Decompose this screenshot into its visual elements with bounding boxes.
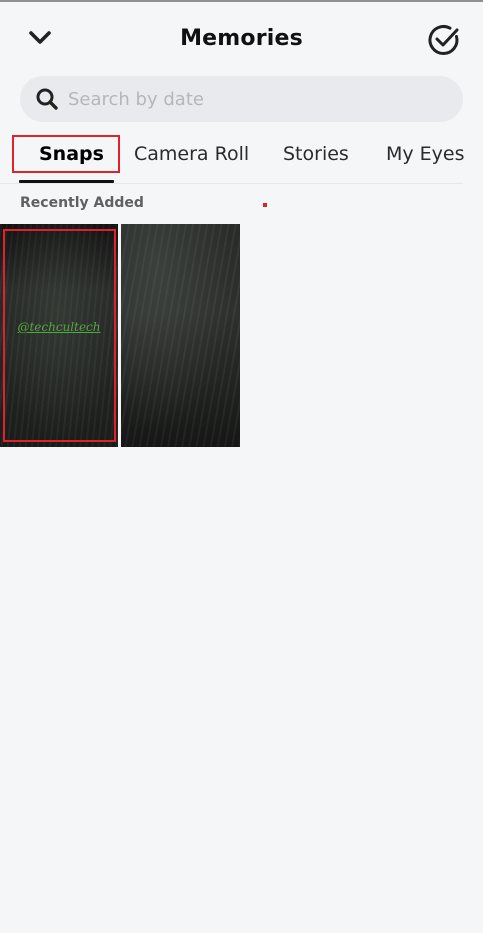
search-bar[interactable] xyxy=(20,76,463,122)
select-button[interactable] xyxy=(425,23,463,61)
tab-camera-roll[interactable]: Camera Roll xyxy=(134,134,249,174)
annotation-dot xyxy=(263,203,267,207)
tab-snaps[interactable]: Snaps xyxy=(39,134,104,174)
search-icon xyxy=(32,84,62,114)
tabs-divider xyxy=(0,183,463,184)
header: Memories xyxy=(0,2,483,72)
memory-thumbnail[interactable] xyxy=(121,224,240,447)
search-input[interactable] xyxy=(68,88,428,110)
memory-thumbnail[interactable]: @techcultech xyxy=(0,224,118,447)
check-circle-icon xyxy=(426,22,462,62)
tab-stories[interactable]: Stories xyxy=(283,134,349,174)
page-title: Memories xyxy=(180,26,303,51)
memories-screen: Memories Snaps Camera Roll Stories My Ey… xyxy=(0,0,483,933)
tab-bar: Snaps Camera Roll Stories My Eyes xyxy=(0,134,483,184)
watermark-text: @techcultech xyxy=(17,320,101,334)
section-header: Recently Added xyxy=(20,195,144,211)
tab-my-eyes[interactable]: My Eyes xyxy=(386,134,465,174)
